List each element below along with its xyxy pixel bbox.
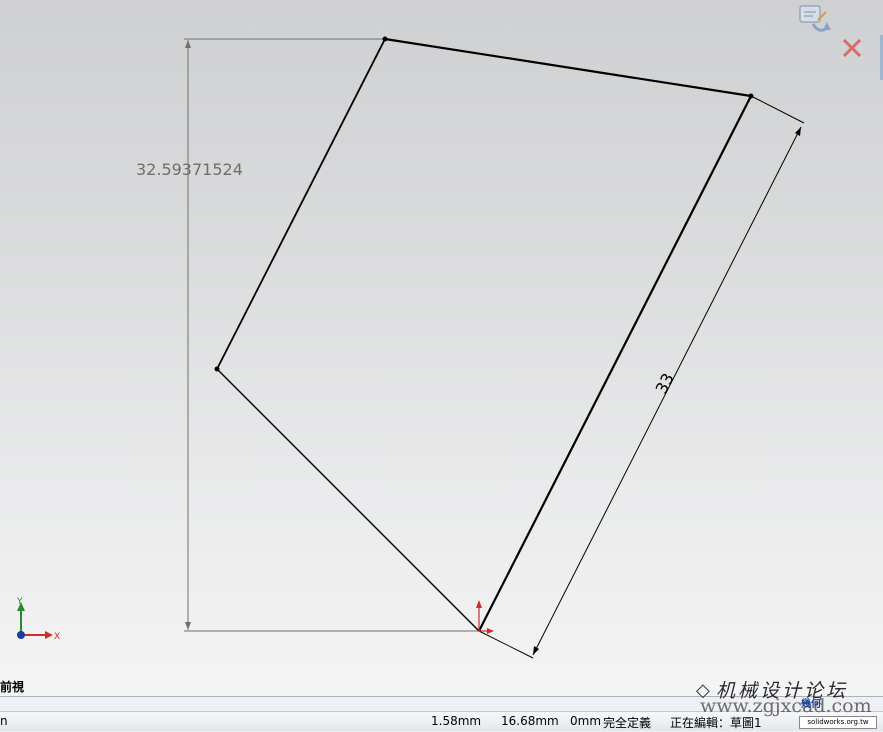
sketch-canvas[interactable]: 32.59371524 33 Y X xyxy=(0,0,883,696)
sketch-line-top[interactable] xyxy=(384,37,752,98)
aligned-dim-arrow-bottom xyxy=(533,646,539,655)
axis-triad-icon xyxy=(17,602,53,639)
status-sketch-definition[interactable]: 完全定義 xyxy=(603,714,651,731)
status-left-text: n xyxy=(0,714,8,728)
sketch-line-right[interactable] xyxy=(478,95,752,632)
status-bar: n 1.58mm 16.68mm 0mm 完全定義 正在編輯：草圖1 xyxy=(0,696,883,732)
vertical-dimension-value[interactable]: 32.59371524 xyxy=(136,160,243,179)
sketch-vertex[interactable] xyxy=(214,366,220,372)
sketch-line-bottom-left[interactable] xyxy=(216,368,480,632)
triad-y-label: Y xyxy=(16,597,23,607)
aligned-dimension-value[interactable]: 33 xyxy=(652,370,678,397)
status-x-coordinate: 1.58mm xyxy=(431,714,482,728)
vertical-dim-arrow-bottom xyxy=(185,622,191,630)
graphics-area[interactable]: 32.59371524 33 Y X 前視 xyxy=(0,0,883,696)
status-editing: 正在編輯：草圖1 xyxy=(670,716,762,730)
status-z-coordinate: 0mm xyxy=(570,714,602,728)
sketch-vertex[interactable] xyxy=(382,36,388,42)
view-orientation-label: 前視 xyxy=(0,680,25,694)
sketch-line-left[interactable] xyxy=(216,38,386,370)
status-y-coordinate: 16.68mm xyxy=(501,714,559,728)
aligned-dim-extension-bottom xyxy=(478,630,534,659)
aligned-dim-arrow-top xyxy=(795,127,801,136)
triad-x-label: X xyxy=(54,632,60,642)
sketch-vertex[interactable] xyxy=(748,93,754,99)
close-icon[interactable] xyxy=(842,38,862,58)
sketch-exit-icon[interactable] xyxy=(799,5,831,32)
status-bar-row: n 1.58mm 16.68mm 0mm 完全定義 正在編輯：草圖1 xyxy=(0,711,883,731)
vertical-dim-arrow-top xyxy=(185,40,191,48)
aligned-dim-extension-top xyxy=(750,95,805,124)
confirmation-corner xyxy=(799,5,883,80)
